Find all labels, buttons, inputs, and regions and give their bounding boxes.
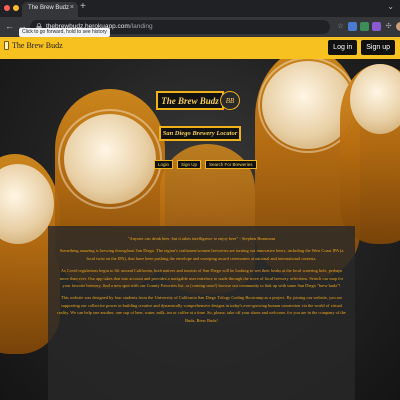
beer-icon bbox=[4, 41, 9, 50]
brand[interactable]: The Brew Budz bbox=[4, 41, 63, 50]
bookmark-star-icon[interactable]: ☆ bbox=[336, 22, 345, 31]
new-tab-icon[interactable]: + bbox=[80, 2, 86, 12]
tab-close-icon[interactable]: × bbox=[70, 4, 74, 11]
close-window-icon[interactable] bbox=[4, 5, 10, 11]
tagline: San Diego Brewery Locator bbox=[159, 126, 241, 141]
tab-title: The Brew Budz bbox=[28, 5, 70, 11]
back-icon[interactable]: ← bbox=[5, 20, 14, 32]
url-path: /landing bbox=[129, 23, 153, 30]
extension-icons: ☆ ✣ ⋮ bbox=[336, 22, 400, 31]
minimize-window-icon[interactable] bbox=[13, 5, 19, 11]
browser-tab[interactable]: The Brew Budz × bbox=[22, 2, 78, 17]
glass-rim-image bbox=[58, 109, 162, 209]
extension-icon[interactable] bbox=[348, 22, 357, 31]
puzzle-icon[interactable]: ✣ bbox=[384, 22, 393, 31]
nav-buttons: Log in Sign up bbox=[328, 40, 395, 55]
about-paragraph: Something amazing is brewing throughout … bbox=[59, 248, 344, 261]
logo-badge-text: BB bbox=[225, 96, 235, 105]
extension-icon[interactable] bbox=[360, 22, 369, 31]
hero-logo: The Brew Budz bbox=[156, 91, 224, 110]
about-paragraph: This website was designed by four studen… bbox=[57, 295, 346, 323]
forward-tooltip: Click to go forward, hold to see history bbox=[19, 28, 110, 37]
browser-tab-strip: The Brew Budz × + ⌄ bbox=[0, 0, 400, 17]
beer-quote: "Anyone can drink beer, but it takes int… bbox=[127, 236, 276, 241]
search-breweries-button[interactable]: Search For Breweries bbox=[205, 160, 257, 169]
hero-signup-button[interactable]: Sign Up bbox=[177, 160, 202, 169]
brand-name: The Brew Budz bbox=[12, 41, 63, 50]
tagline-text: San Diego Brewery Locator bbox=[162, 130, 238, 137]
about-paragraph: As Covid regulations begin to lift aroun… bbox=[59, 268, 344, 289]
extension-icon[interactable] bbox=[372, 22, 381, 31]
hero-section: The Brew Budz BB San Diego Brewery Locat… bbox=[0, 59, 400, 400]
about-panel: "Anyone can drink beer, but it takes int… bbox=[48, 226, 355, 400]
logo-badge: BB bbox=[220, 91, 240, 110]
tab-search-icon[interactable]: ⌄ bbox=[387, 3, 394, 11]
signup-button[interactable]: Sign up bbox=[361, 40, 395, 55]
profile-avatar[interactable] bbox=[396, 22, 400, 31]
login-button[interactable]: Log in bbox=[328, 40, 358, 55]
hero-logo-text: The Brew Budz bbox=[161, 95, 219, 106]
hero-login-button[interactable]: Login bbox=[154, 160, 174, 169]
hero-buttons: Login Sign Up Search For Breweries bbox=[154, 160, 257, 169]
site-navbar: The Brew Budz Log in Sign up bbox=[0, 37, 400, 59]
